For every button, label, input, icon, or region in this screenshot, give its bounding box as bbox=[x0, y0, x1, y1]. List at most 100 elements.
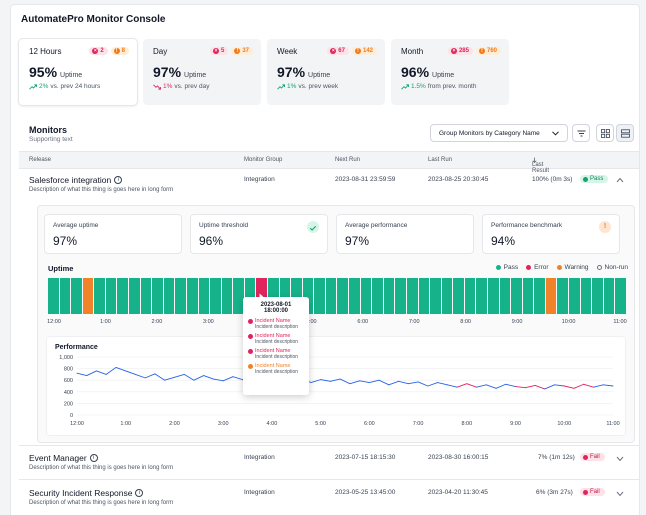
uptime-segment[interactable] bbox=[534, 278, 545, 314]
uptime-tick-label: 6:00 bbox=[357, 319, 369, 325]
stat-card-12-hours[interactable]: 12 Hours × 2! 8 95% Uptime 2% vs. prev 24 hours bbox=[19, 39, 137, 105]
performance-chart-panel: Performance 0 200 400 600 800 1,000 12:00 1:00 2… bbox=[46, 336, 626, 436]
legend-item[interactable]: Non-run bbox=[596, 264, 628, 271]
uptime-segment[interactable] bbox=[48, 278, 59, 314]
performance-line-segment bbox=[417, 381, 429, 387]
performance-line-segment bbox=[388, 380, 400, 386]
warning-icon: ! bbox=[113, 48, 120, 54]
x-tick-label: 1:00 bbox=[120, 421, 131, 427]
uptime-segment[interactable] bbox=[94, 278, 105, 314]
table-header: Release Monitor Group Next Run Last Run … bbox=[19, 151, 639, 174]
row-last-run: 2023-08-25 20:30:45 bbox=[428, 176, 489, 183]
uptime-segment[interactable] bbox=[163, 278, 175, 314]
uptime-segment[interactable] bbox=[117, 278, 129, 314]
grid-view-button[interactable] bbox=[596, 124, 614, 142]
legend-item[interactable]: Warning bbox=[556, 264, 589, 271]
filter-button[interactable] bbox=[572, 124, 590, 142]
uptime-segment[interactable] bbox=[476, 278, 487, 314]
stat-card-day[interactable]: Day × 5! 37 97% Uptime 1% vs. prev day bbox=[143, 39, 261, 105]
uptime-segment[interactable] bbox=[140, 278, 152, 314]
uptime-segment[interactable] bbox=[453, 278, 464, 314]
uptime-segment[interactable] bbox=[82, 278, 94, 314]
uptime-segment[interactable] bbox=[383, 278, 395, 314]
uptime-segment[interactable] bbox=[314, 278, 325, 314]
status-label: Fail bbox=[590, 489, 600, 495]
legend-label: Error bbox=[534, 264, 549, 271]
uptime-segment[interactable] bbox=[569, 278, 580, 314]
kpi-value: 94% bbox=[491, 234, 516, 248]
uptime-segment[interactable] bbox=[603, 278, 615, 314]
col-last-result[interactable]: Last Result bbox=[532, 157, 549, 174]
chevron-up-icon[interactable] bbox=[616, 177, 624, 183]
info-icon[interactable]: i bbox=[135, 489, 144, 497]
uptime-segment[interactable] bbox=[545, 278, 557, 314]
uptime-segment[interactable] bbox=[372, 278, 383, 314]
uptime-segment[interactable] bbox=[522, 278, 534, 314]
stat-unit: Uptime bbox=[184, 72, 207, 79]
uptime-tick-label: 3:00 bbox=[203, 319, 214, 325]
uptime-segment[interactable] bbox=[210, 278, 221, 314]
uptime-segment[interactable] bbox=[580, 278, 592, 314]
uptime-segment[interactable] bbox=[175, 278, 186, 314]
uptime-segment[interactable] bbox=[615, 278, 626, 314]
uptime-segment[interactable] bbox=[487, 278, 499, 314]
row-divider bbox=[19, 479, 639, 480]
uptime-segment[interactable] bbox=[325, 278, 337, 314]
uptime-segment[interactable] bbox=[430, 278, 441, 314]
uptime-segment[interactable] bbox=[557, 278, 569, 314]
legend-swatch bbox=[526, 265, 532, 270]
uptime-segment[interactable] bbox=[406, 278, 418, 314]
y-tick-label: 0 bbox=[70, 413, 73, 419]
uptime-segment[interactable] bbox=[186, 278, 198, 314]
uptime-tick-label: 8:00 bbox=[460, 319, 471, 325]
uptime-segment[interactable] bbox=[105, 278, 117, 314]
uptime-segment[interactable] bbox=[592, 278, 603, 314]
uptime-segment[interactable] bbox=[221, 278, 233, 314]
row-group: Integration bbox=[244, 489, 275, 496]
uptime-segment[interactable] bbox=[337, 278, 349, 314]
row-result: 100% (0m 3s) bbox=[532, 176, 573, 183]
delta-value: 1.5% bbox=[411, 83, 426, 90]
chevron-down-icon[interactable] bbox=[616, 491, 624, 497]
uptime-legend: Pass Error Warning Non-run bbox=[495, 264, 628, 271]
uptime-segment[interactable] bbox=[360, 278, 372, 314]
uptime-segment[interactable] bbox=[441, 278, 453, 314]
uptime-segment[interactable] bbox=[418, 278, 430, 314]
uptime-segment[interactable] bbox=[464, 278, 476, 314]
stat-card-month[interactable]: Month × 285! 760 96% Uptime 1.5% from prev. mon… bbox=[391, 39, 509, 105]
row-title: Salesforce integration i bbox=[29, 175, 123, 185]
uptime-segment[interactable] bbox=[198, 278, 210, 314]
info-icon[interactable]: i bbox=[114, 176, 123, 184]
uptime-segment[interactable] bbox=[59, 278, 71, 314]
legend-item[interactable]: Pass bbox=[495, 264, 518, 271]
uptime-segment[interactable] bbox=[71, 278, 82, 314]
stat-card-week[interactable]: Week × 67! 142 97% Uptime 1% vs. prev week bbox=[267, 39, 385, 105]
performance-line-segment bbox=[203, 375, 214, 380]
performance-line-segment bbox=[437, 382, 448, 386]
chevron-down-icon[interactable] bbox=[616, 456, 624, 462]
performance-line-segment bbox=[563, 385, 575, 389]
performance-line-segment bbox=[339, 378, 351, 385]
info-icon[interactable]: i bbox=[89, 454, 98, 462]
kpi-card-average-performance: Average performance 97% bbox=[336, 214, 474, 254]
x-tick-label: 5:00 bbox=[315, 421, 326, 427]
kpi-label: Performance benchmark bbox=[491, 222, 563, 229]
uptime-segment[interactable] bbox=[349, 278, 360, 314]
uptime-segment[interactable] bbox=[511, 278, 522, 314]
list-view-button[interactable] bbox=[616, 124, 634, 142]
uptime-segment[interactable] bbox=[152, 278, 163, 314]
row-next-run: 2023-07-15 18:15:30 bbox=[335, 454, 396, 461]
legend-item[interactable]: Error bbox=[526, 264, 549, 271]
uptime-tick-label: 1:00 bbox=[100, 319, 111, 325]
uptime-segment[interactable] bbox=[395, 278, 406, 314]
uptime-tooltip: 2023-08-01 18:00:00 Incident Name Inciden… bbox=[243, 297, 309, 395]
uptime-segment[interactable] bbox=[499, 278, 511, 314]
tooltip-incident: Incident Name Incident description bbox=[248, 363, 304, 375]
incident-dot-icon bbox=[248, 348, 253, 354]
group-by-select[interactable]: Group Monitors by Category Name bbox=[430, 124, 568, 142]
uptime-segment[interactable] bbox=[129, 278, 140, 314]
stat-delta: 2% vs. prev 24 hours bbox=[29, 83, 127, 90]
row-description: Description of what this thing is goes h… bbox=[29, 187, 174, 193]
delta-value: 1% bbox=[287, 83, 297, 90]
row-description: Description of what this thing is goes h… bbox=[29, 500, 174, 506]
